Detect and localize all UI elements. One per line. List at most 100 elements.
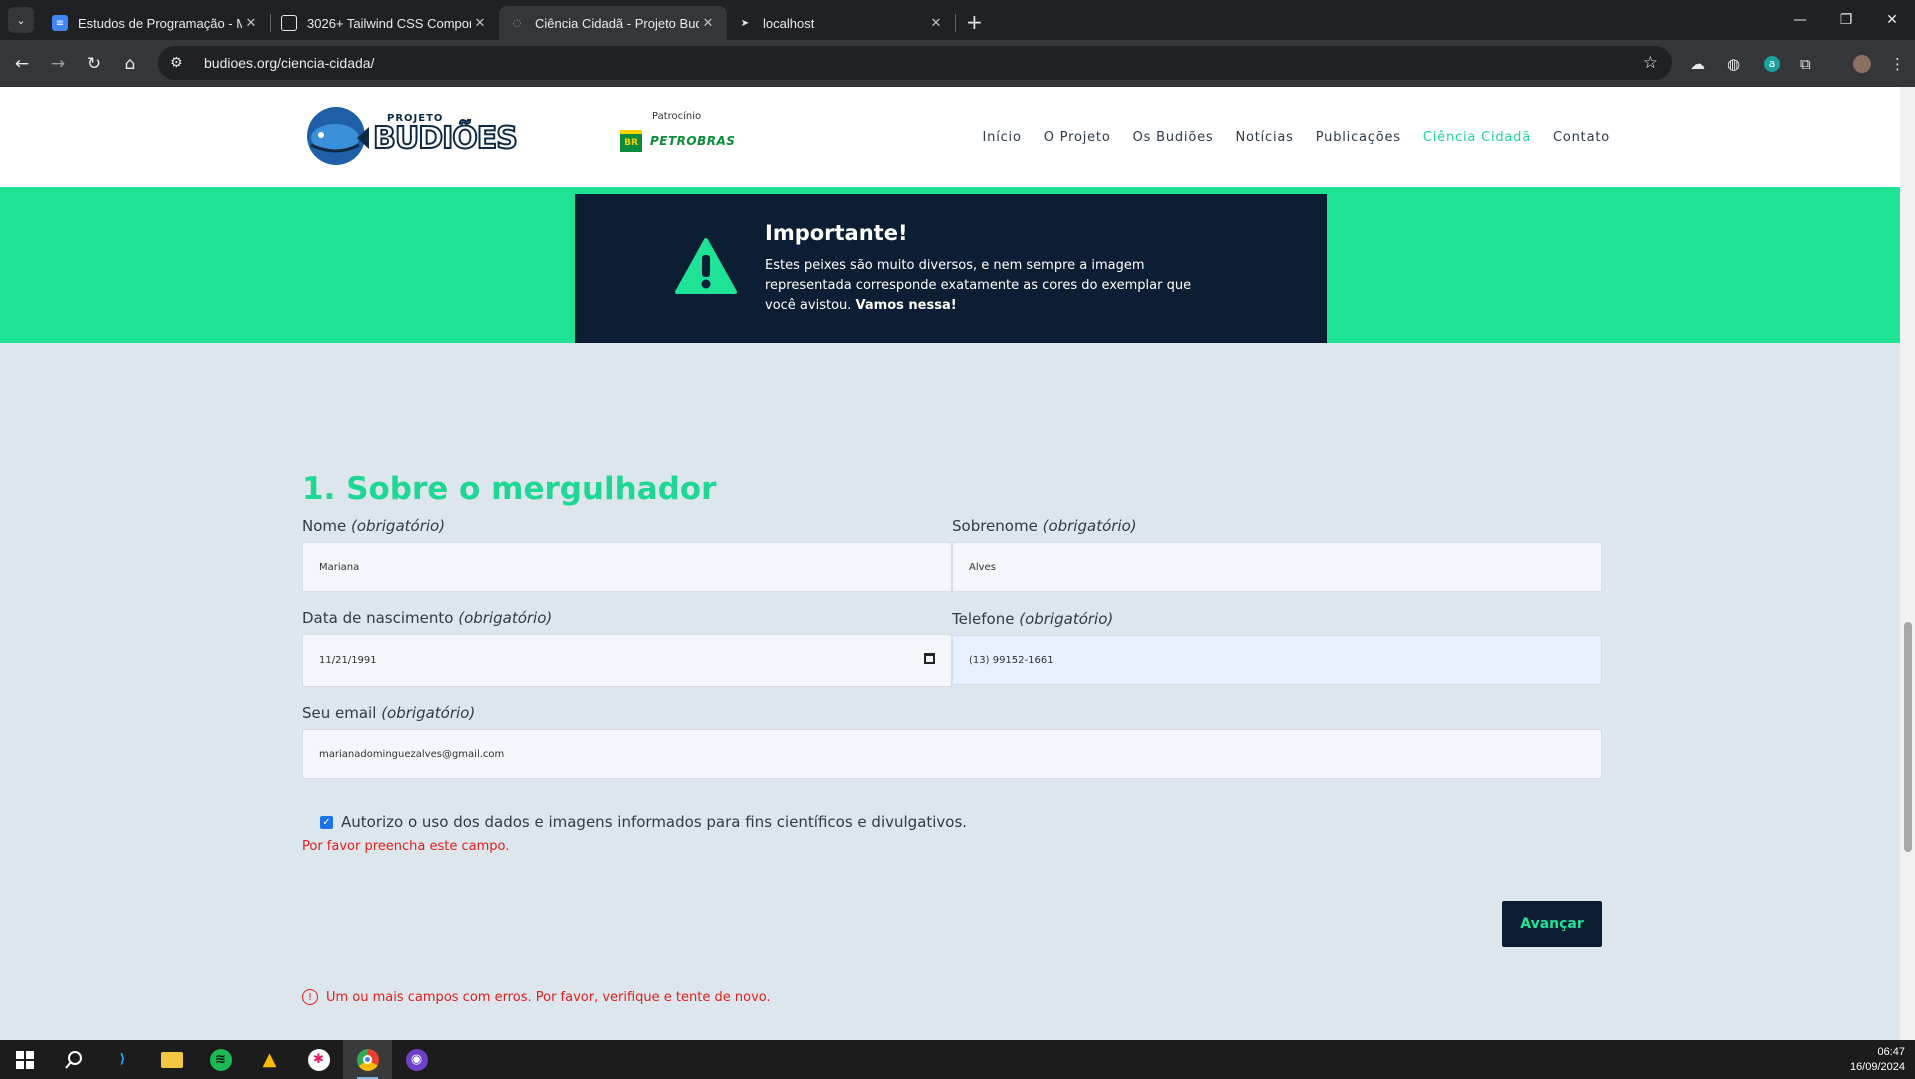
telefone-label-text: Telefone bbox=[952, 610, 1015, 628]
extension-a-icon[interactable]: a bbox=[1764, 40, 1780, 87]
site-info-icon[interactable]: ⚙ bbox=[170, 55, 194, 71]
page-scrollbar[interactable] bbox=[1900, 87, 1915, 1040]
browser-tab-1[interactable]: ≡ Estudos de Programação - Mes ✕ bbox=[42, 6, 270, 40]
nav-noticias[interactable]: Notícias bbox=[1235, 130, 1293, 145]
consent-label[interactable]: Autorizo o uso dos dados e imagens infor… bbox=[341, 813, 967, 831]
extension-globe-icon[interactable]: ◍ bbox=[1727, 40, 1740, 87]
browser-tab-3-active[interactable]: ◌ Ciência Cidadã - Projeto Budiõe ✕ bbox=[499, 6, 727, 40]
nome-value: Mariana bbox=[319, 561, 360, 573]
clock-date: 16/09/2024 bbox=[1849, 1061, 1905, 1073]
nav-inicio[interactable]: Início bbox=[983, 130, 1022, 145]
notice-title: Importante! bbox=[765, 221, 908, 245]
new-tab-plus-icon[interactable]: + bbox=[966, 10, 983, 34]
windows-taskbar: ⟩ ≋ ▲ ✱ ◉ 06:47 16/09/2024 bbox=[0, 1040, 1915, 1079]
nav-contato[interactable]: Contato bbox=[1553, 130, 1610, 145]
browser-menu-icon[interactable]: ⋮ bbox=[1890, 40, 1905, 87]
nascimento-date-input[interactable]: 11/21/1991 bbox=[302, 634, 952, 687]
reload-icon[interactable]: ↻ bbox=[76, 46, 112, 82]
tab-title: Ciência Cidadã - Projeto Budiõe bbox=[535, 15, 699, 31]
github-icon[interactable]: ◉ bbox=[392, 1040, 441, 1079]
nav-ciencia-cidada[interactable]: Ciência Cidadã bbox=[1423, 130, 1531, 145]
main-navigation: Início O Projeto Os Budiões Notícias Pub… bbox=[983, 130, 1610, 145]
budioes-favicon-icon: ◌ bbox=[512, 17, 522, 29]
avancar-button[interactable]: Avançar bbox=[1502, 901, 1602, 947]
browser-toolbar: ← → ↻ ⌂ ⚙ budioes.org/ciencia-cidada/ ☆ … bbox=[0, 40, 1915, 87]
diver-form: 1. Sobre o mergulhador Nome (obrigatório… bbox=[0, 343, 1900, 1040]
search-icon[interactable] bbox=[49, 1040, 98, 1079]
consent-row: ✓ Autorizo o uso dos dados e imagens inf… bbox=[320, 813, 967, 831]
home-icon[interactable]: ⌂ bbox=[112, 46, 148, 82]
required-tag: (obrigatório) bbox=[1042, 517, 1137, 535]
telefone-value: (13) 99152-1661 bbox=[969, 654, 1054, 666]
nome-input[interactable]: Mariana bbox=[302, 542, 952, 592]
petrobras-logo[interactable]: BR PETROBRAS bbox=[620, 130, 735, 152]
vscode-glyph-icon: ⟩ bbox=[119, 1052, 126, 1067]
chrome-icon[interactable] bbox=[343, 1040, 392, 1079]
address-bar[interactable]: ⚙ budioes.org/ciencia-cidada/ ☆ bbox=[158, 46, 1672, 80]
form-error-text: Um ou mais campos com erros. Por favor, … bbox=[326, 989, 771, 1005]
extension-cloud-icon[interactable]: ☁ bbox=[1690, 40, 1705, 87]
vscode-icon[interactable]: ⟩ bbox=[98, 1040, 147, 1079]
browser-tab-2[interactable]: 3026+ Tailwind CSS Componen ✕ bbox=[271, 6, 499, 40]
br-badge-icon: BR bbox=[620, 130, 642, 152]
minimize-icon[interactable]: — bbox=[1777, 0, 1823, 40]
extensions-puzzle-icon[interactable]: ⧉ bbox=[1800, 40, 1811, 87]
close-window-icon[interactable]: ✕ bbox=[1869, 0, 1915, 40]
scrollbar-thumb[interactable] bbox=[1904, 622, 1912, 852]
telefone-input[interactable]: (13) 99152-1661 bbox=[952, 635, 1602, 685]
magnifier-icon bbox=[64, 1050, 82, 1069]
drive-triangle-icon: ▲ bbox=[262, 1049, 277, 1070]
nome-label-text: Nome bbox=[302, 517, 347, 535]
tab-close-icon[interactable]: ✕ bbox=[471, 16, 489, 31]
slack-glyph-icon: ✱ bbox=[307, 1048, 330, 1071]
notice-body: Estes peixes são muito diversos, e nem s… bbox=[765, 258, 1192, 313]
browser-tabstrip: ⌄ ≡ Estudos de Programação - Mes ✕ 3026+… bbox=[0, 0, 1915, 40]
tailwind-favicon-icon bbox=[281, 15, 297, 31]
sobrenome-value: Alves bbox=[969, 561, 996, 573]
tab-search-button[interactable]: ⌄ bbox=[8, 7, 34, 33]
email-input[interactable]: marianadominguezalves@gmail.com bbox=[302, 729, 1602, 779]
consent-error-message: Por favor preencha este campo. bbox=[302, 839, 510, 854]
required-tag: (obrigatório) bbox=[458, 609, 553, 627]
nav-os-budioes[interactable]: Os Budiões bbox=[1133, 130, 1214, 145]
nav-publicacoes[interactable]: Publicações bbox=[1316, 130, 1401, 145]
sponsor-name: PETROBRAS bbox=[650, 134, 736, 148]
notice-emphasis: Vamos nessa! bbox=[855, 298, 957, 313]
logo-big-text: BUDIÕES bbox=[372, 120, 519, 157]
back-arrow-icon[interactable]: ← bbox=[4, 46, 40, 82]
profile-avatar[interactable] bbox=[1853, 40, 1871, 87]
important-notice: Importante! Estes peixes são muito diver… bbox=[575, 194, 1327, 343]
email-label-text: Seu email bbox=[302, 704, 377, 722]
consent-checkbox[interactable]: ✓ bbox=[320, 815, 333, 829]
nav-o-projeto[interactable]: O Projeto bbox=[1044, 130, 1111, 145]
window-controls: — ❐ ✕ bbox=[1777, 0, 1915, 40]
tab-close-icon[interactable]: ✕ bbox=[699, 16, 717, 31]
required-tag: (obrigatório) bbox=[1019, 610, 1114, 628]
tab-close-icon[interactable]: ✕ bbox=[242, 16, 260, 31]
tab-divider bbox=[955, 14, 956, 32]
nascimento-label: Data de nascimento (obrigatório) bbox=[302, 609, 552, 627]
start-windows-icon[interactable] bbox=[0, 1040, 49, 1079]
file-explorer-icon[interactable] bbox=[147, 1040, 196, 1079]
form-error-message: ! Um ou mais campos com erros. Por favor… bbox=[302, 989, 771, 1005]
browser-tab-4[interactable]: ➤ localhost ✕ bbox=[727, 6, 955, 40]
url-text: budioes.org/ciencia-cidada/ bbox=[204, 55, 375, 71]
sobrenome-input[interactable]: Alves bbox=[952, 542, 1602, 592]
bookmark-star-icon[interactable]: ☆ bbox=[1643, 53, 1658, 73]
slack-icon[interactable]: ✱ bbox=[294, 1040, 343, 1079]
forward-arrow-icon[interactable]: → bbox=[40, 46, 76, 82]
error-circle-icon: ! bbox=[302, 989, 318, 1005]
budioes-logo[interactable]: PROJETO BUDIÕES bbox=[301, 105, 519, 167]
warning-triangle-icon bbox=[675, 238, 737, 294]
sponsor-label: Patrocínio bbox=[652, 111, 702, 122]
spotify-icon[interactable]: ≋ bbox=[196, 1040, 245, 1079]
nome-label: Nome (obrigatório) bbox=[302, 517, 445, 535]
calendar-icon[interactable] bbox=[924, 653, 935, 664]
tab-title: 3026+ Tailwind CSS Componen bbox=[307, 15, 471, 31]
system-clock[interactable]: 06:47 16/09/2024 bbox=[1850, 1045, 1905, 1075]
tab-close-icon[interactable]: ✕ bbox=[927, 16, 945, 31]
github-glyph-icon: ◉ bbox=[405, 1048, 428, 1071]
section-title: 1. Sobre o mergulhador bbox=[302, 471, 717, 507]
google-drive-icon[interactable]: ▲ bbox=[245, 1040, 294, 1079]
restore-icon[interactable]: ❐ bbox=[1823, 0, 1869, 40]
